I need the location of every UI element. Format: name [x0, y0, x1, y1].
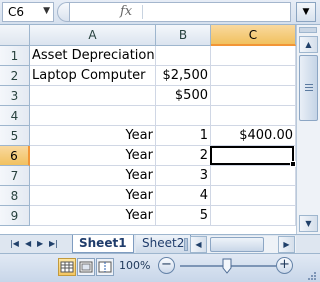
page-break-view-button[interactable] — [96, 258, 114, 276]
cell-a3[interactable] — [30, 86, 156, 106]
cell-a2[interactable]: Laptop Computer — [30, 66, 156, 86]
cell-b7[interactable]: 3 — [156, 166, 211, 186]
cell-a1[interactable]: Asset Depreciation — [30, 46, 156, 66]
zoom-slider-thumb[interactable] — [222, 258, 232, 274]
scroll-right-button[interactable]: ▶ — [278, 236, 295, 253]
row-header-7[interactable]: 7 — [0, 166, 30, 186]
cell-a7[interactable]: Year — [30, 166, 156, 186]
chevron-down-icon[interactable]: ▼ — [43, 6, 50, 16]
first-sheet-icon[interactable]: |◀ — [10, 239, 19, 248]
zoom-in-button[interactable]: + — [276, 257, 293, 274]
vertical-scrollbar[interactable]: ▲ ▼ — [296, 25, 320, 234]
scrollbar-corner — [296, 235, 320, 254]
vertical-scroll-thumb[interactable] — [299, 55, 318, 121]
vertical-split-box[interactable] — [299, 27, 317, 33]
cell-b9[interactable]: 5 — [156, 206, 211, 226]
row-header-9[interactable]: 9 — [0, 206, 30, 226]
normal-view-button[interactable] — [58, 258, 76, 276]
horizontal-scroll-thumb[interactable] — [210, 237, 264, 252]
row-header-6[interactable]: 6 — [0, 146, 30, 166]
scroll-down-button[interactable]: ▼ — [299, 215, 318, 232]
cell-c8[interactable] — [211, 186, 296, 206]
cell-b1[interactable] — [156, 46, 211, 66]
expand-formula-bar-button[interactable]: ▼ — [296, 2, 316, 22]
horizontal-scrollbar[interactable]: ◀ ▶ — [190, 236, 296, 253]
cell-a8[interactable]: Year — [30, 186, 156, 206]
page-layout-view-button[interactable] — [77, 258, 95, 276]
cell-c2[interactable] — [211, 66, 296, 86]
cell-c1[interactable] — [211, 46, 296, 66]
next-sheet-icon[interactable]: ▶ — [37, 239, 43, 248]
row-header-8[interactable]: 8 — [0, 186, 30, 206]
cell-a4[interactable] — [30, 106, 156, 126]
cell-a6[interactable]: Year — [30, 146, 156, 166]
column-header-b[interactable]: B — [156, 25, 211, 46]
cell-c5[interactable]: $400.00 — [211, 126, 296, 146]
cell-b2[interactable]: $2,500 — [156, 66, 211, 86]
row-header-3[interactable]: 3 — [0, 86, 30, 106]
row-header-4[interactable]: 4 — [0, 106, 30, 126]
cell-b8[interactable]: 4 — [156, 186, 211, 206]
double-chevron-down-icon: ▼ — [302, 7, 310, 17]
cell-b6[interactable]: 2 — [156, 146, 211, 166]
select-all-corner[interactable] — [0, 25, 30, 46]
tab-sheet1[interactable]: Sheet1 — [72, 235, 134, 253]
active-cell-outline[interactable] — [210, 146, 296, 167]
cell-c7[interactable] — [211, 166, 296, 186]
sheet-tabs-bar: |◀ ◀ ▶ ▶| Sheet1 Sheet2 ◀ ▶ — [0, 234, 320, 254]
cell-c9[interactable] — [211, 206, 296, 226]
formula-divider — [142, 5, 143, 19]
name-box[interactable]: C6 ▼ — [2, 2, 54, 22]
insert-function-icon[interactable]: fx — [120, 4, 132, 19]
formula-bar-grip[interactable] — [57, 2, 69, 22]
page-layout-icon — [79, 261, 93, 273]
scroll-up-button[interactable]: ▲ — [299, 36, 318, 53]
row-header-5[interactable]: 5 — [0, 126, 30, 146]
row-header-2[interactable]: 2 — [0, 66, 30, 86]
status-bar: 100% − + — [0, 253, 320, 282]
cell-a9[interactable]: Year — [30, 206, 156, 226]
cell-b3[interactable]: $500 — [156, 86, 211, 106]
cell-b5[interactable]: 1 — [156, 126, 211, 146]
scroll-left-button[interactable]: ◀ — [190, 236, 207, 253]
formula-input[interactable]: fx — [69, 2, 291, 22]
page-break-icon — [98, 261, 112, 273]
row-header-1[interactable]: 1 — [0, 46, 30, 66]
resize-grip-icon[interactable] — [307, 271, 317, 281]
cell-b4[interactable] — [156, 106, 211, 126]
last-sheet-icon[interactable]: ▶| — [49, 239, 58, 248]
name-box-value: C6 — [8, 5, 25, 19]
zoom-level[interactable]: 100% — [119, 259, 150, 272]
cell-c4[interactable] — [211, 106, 296, 126]
column-header-a[interactable]: A — [30, 25, 156, 46]
horizontal-split-box[interactable] — [184, 238, 188, 251]
prev-sheet-icon[interactable]: ◀ — [25, 239, 31, 248]
formula-bar: C6 ▼ fx ▼ — [0, 0, 320, 25]
cell-a5[interactable]: Year — [30, 126, 156, 146]
cell-c3[interactable] — [211, 86, 296, 106]
normal-view-icon — [60, 261, 74, 273]
zoom-out-button[interactable]: − — [158, 257, 175, 274]
column-header-c[interactable]: C — [211, 25, 296, 46]
